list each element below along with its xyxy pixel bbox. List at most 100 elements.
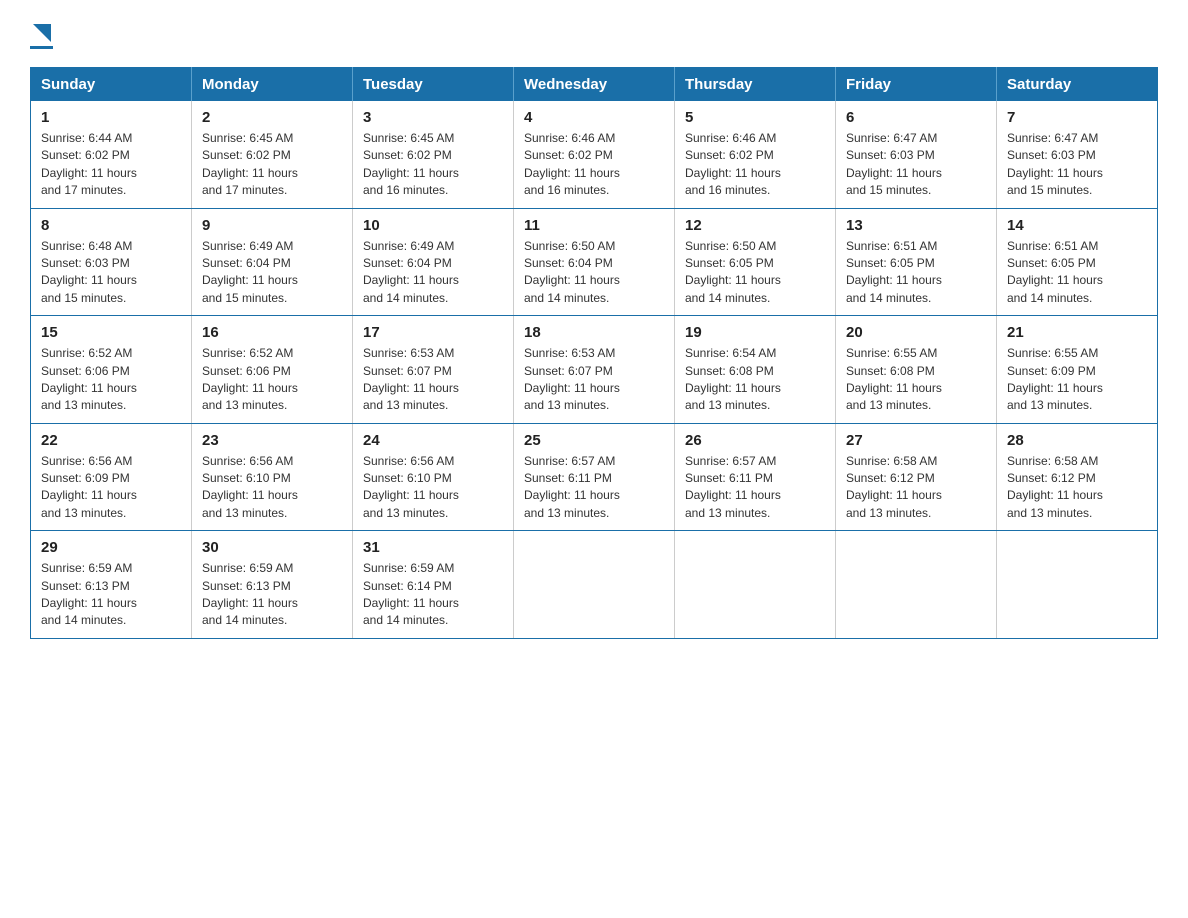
day-info: Sunrise: 6:59 AM Sunset: 6:13 PM Dayligh… — [202, 560, 342, 630]
calendar-cell: 31 Sunrise: 6:59 AM Sunset: 6:14 PM Dayl… — [353, 531, 514, 639]
weekday-header-wednesday: Wednesday — [514, 68, 675, 102]
day-info: Sunrise: 6:45 AM Sunset: 6:02 PM Dayligh… — [202, 130, 342, 200]
day-info: Sunrise: 6:51 AM Sunset: 6:05 PM Dayligh… — [1007, 238, 1147, 308]
day-number: 10 — [363, 217, 503, 234]
calendar-cell: 19 Sunrise: 6:54 AM Sunset: 6:08 PM Dayl… — [675, 316, 836, 424]
calendar-cell: 1 Sunrise: 6:44 AM Sunset: 6:02 PM Dayli… — [31, 101, 192, 208]
day-info: Sunrise: 6:59 AM Sunset: 6:13 PM Dayligh… — [41, 560, 181, 630]
weekday-header-saturday: Saturday — [997, 68, 1158, 102]
day-info: Sunrise: 6:56 AM Sunset: 6:10 PM Dayligh… — [363, 453, 503, 523]
day-number: 19 — [685, 324, 825, 341]
day-info: Sunrise: 6:56 AM Sunset: 6:10 PM Dayligh… — [202, 453, 342, 523]
day-info: Sunrise: 6:56 AM Sunset: 6:09 PM Dayligh… — [41, 453, 181, 523]
calendar-cell: 8 Sunrise: 6:48 AM Sunset: 6:03 PM Dayli… — [31, 208, 192, 316]
day-info: Sunrise: 6:46 AM Sunset: 6:02 PM Dayligh… — [685, 130, 825, 200]
calendar-cell: 22 Sunrise: 6:56 AM Sunset: 6:09 PM Dayl… — [31, 423, 192, 531]
page-header — [30, 20, 1158, 49]
day-info: Sunrise: 6:51 AM Sunset: 6:05 PM Dayligh… — [846, 238, 986, 308]
calendar-cell: 7 Sunrise: 6:47 AM Sunset: 6:03 PM Dayli… — [997, 101, 1158, 208]
day-number: 1 — [41, 109, 181, 126]
logo — [30, 20, 53, 49]
calendar-cell: 4 Sunrise: 6:46 AM Sunset: 6:02 PM Dayli… — [514, 101, 675, 208]
calendar-cell: 5 Sunrise: 6:46 AM Sunset: 6:02 PM Dayli… — [675, 101, 836, 208]
day-number: 11 — [524, 217, 664, 234]
calendar-cell: 21 Sunrise: 6:55 AM Sunset: 6:09 PM Dayl… — [997, 316, 1158, 424]
calendar-cell: 18 Sunrise: 6:53 AM Sunset: 6:07 PM Dayl… — [514, 316, 675, 424]
day-number: 17 — [363, 324, 503, 341]
weekday-header-thursday: Thursday — [675, 68, 836, 102]
day-number: 6 — [846, 109, 986, 126]
day-info: Sunrise: 6:59 AM Sunset: 6:14 PM Dayligh… — [363, 560, 503, 630]
weekday-header-monday: Monday — [192, 68, 353, 102]
logo-underline — [30, 46, 53, 49]
calendar-cell: 28 Sunrise: 6:58 AM Sunset: 6:12 PM Dayl… — [997, 423, 1158, 531]
calendar-cell: 14 Sunrise: 6:51 AM Sunset: 6:05 PM Dayl… — [997, 208, 1158, 316]
calendar-cell: 10 Sunrise: 6:49 AM Sunset: 6:04 PM Dayl… — [353, 208, 514, 316]
day-number: 20 — [846, 324, 986, 341]
day-number: 14 — [1007, 217, 1147, 234]
day-info: Sunrise: 6:57 AM Sunset: 6:11 PM Dayligh… — [685, 453, 825, 523]
day-number: 27 — [846, 432, 986, 449]
day-info: Sunrise: 6:57 AM Sunset: 6:11 PM Dayligh… — [524, 453, 664, 523]
weekday-header-row: SundayMondayTuesdayWednesdayThursdayFrid… — [31, 68, 1158, 102]
day-info: Sunrise: 6:50 AM Sunset: 6:04 PM Dayligh… — [524, 238, 664, 308]
calendar-week-row: 1 Sunrise: 6:44 AM Sunset: 6:02 PM Dayli… — [31, 101, 1158, 208]
day-info: Sunrise: 6:53 AM Sunset: 6:07 PM Dayligh… — [524, 345, 664, 415]
calendar-table: SundayMondayTuesdayWednesdayThursdayFrid… — [30, 67, 1158, 639]
calendar-week-row: 8 Sunrise: 6:48 AM Sunset: 6:03 PM Dayli… — [31, 208, 1158, 316]
calendar-cell: 6 Sunrise: 6:47 AM Sunset: 6:03 PM Dayli… — [836, 101, 997, 208]
day-number: 15 — [41, 324, 181, 341]
day-info: Sunrise: 6:52 AM Sunset: 6:06 PM Dayligh… — [41, 345, 181, 415]
calendar-cell: 12 Sunrise: 6:50 AM Sunset: 6:05 PM Dayl… — [675, 208, 836, 316]
day-number: 5 — [685, 109, 825, 126]
weekday-header-friday: Friday — [836, 68, 997, 102]
day-number: 8 — [41, 217, 181, 234]
logo-triangle-icon — [31, 22, 53, 44]
day-number: 25 — [524, 432, 664, 449]
day-info: Sunrise: 6:50 AM Sunset: 6:05 PM Dayligh… — [685, 238, 825, 308]
calendar-cell: 29 Sunrise: 6:59 AM Sunset: 6:13 PM Dayl… — [31, 531, 192, 639]
calendar-cell: 26 Sunrise: 6:57 AM Sunset: 6:11 PM Dayl… — [675, 423, 836, 531]
day-number: 31 — [363, 539, 503, 556]
calendar-cell: 2 Sunrise: 6:45 AM Sunset: 6:02 PM Dayli… — [192, 101, 353, 208]
calendar-cell: 27 Sunrise: 6:58 AM Sunset: 6:12 PM Dayl… — [836, 423, 997, 531]
day-info: Sunrise: 6:48 AM Sunset: 6:03 PM Dayligh… — [41, 238, 181, 308]
calendar-cell: 23 Sunrise: 6:56 AM Sunset: 6:10 PM Dayl… — [192, 423, 353, 531]
calendar-cell: 25 Sunrise: 6:57 AM Sunset: 6:11 PM Dayl… — [514, 423, 675, 531]
weekday-header-tuesday: Tuesday — [353, 68, 514, 102]
day-info: Sunrise: 6:49 AM Sunset: 6:04 PM Dayligh… — [202, 238, 342, 308]
day-number: 28 — [1007, 432, 1147, 449]
day-info: Sunrise: 6:46 AM Sunset: 6:02 PM Dayligh… — [524, 130, 664, 200]
calendar-cell: 3 Sunrise: 6:45 AM Sunset: 6:02 PM Dayli… — [353, 101, 514, 208]
day-number: 29 — [41, 539, 181, 556]
calendar-cell — [836, 531, 997, 639]
calendar-cell: 20 Sunrise: 6:55 AM Sunset: 6:08 PM Dayl… — [836, 316, 997, 424]
day-info: Sunrise: 6:55 AM Sunset: 6:09 PM Dayligh… — [1007, 345, 1147, 415]
day-info: Sunrise: 6:47 AM Sunset: 6:03 PM Dayligh… — [846, 130, 986, 200]
calendar-cell: 11 Sunrise: 6:50 AM Sunset: 6:04 PM Dayl… — [514, 208, 675, 316]
day-info: Sunrise: 6:53 AM Sunset: 6:07 PM Dayligh… — [363, 345, 503, 415]
day-number: 18 — [524, 324, 664, 341]
day-info: Sunrise: 6:49 AM Sunset: 6:04 PM Dayligh… — [363, 238, 503, 308]
calendar-week-row: 22 Sunrise: 6:56 AM Sunset: 6:09 PM Dayl… — [31, 423, 1158, 531]
day-number: 9 — [202, 217, 342, 234]
day-info: Sunrise: 6:58 AM Sunset: 6:12 PM Dayligh… — [1007, 453, 1147, 523]
calendar-week-row: 15 Sunrise: 6:52 AM Sunset: 6:06 PM Dayl… — [31, 316, 1158, 424]
day-info: Sunrise: 6:45 AM Sunset: 6:02 PM Dayligh… — [363, 130, 503, 200]
weekday-header-sunday: Sunday — [31, 68, 192, 102]
day-info: Sunrise: 6:44 AM Sunset: 6:02 PM Dayligh… — [41, 130, 181, 200]
day-number: 13 — [846, 217, 986, 234]
day-number: 2 — [202, 109, 342, 126]
calendar-cell — [997, 531, 1158, 639]
day-number: 24 — [363, 432, 503, 449]
day-number: 3 — [363, 109, 503, 126]
day-number: 30 — [202, 539, 342, 556]
day-number: 21 — [1007, 324, 1147, 341]
calendar-cell — [514, 531, 675, 639]
day-number: 22 — [41, 432, 181, 449]
calendar-cell: 17 Sunrise: 6:53 AM Sunset: 6:07 PM Dayl… — [353, 316, 514, 424]
calendar-cell: 9 Sunrise: 6:49 AM Sunset: 6:04 PM Dayli… — [192, 208, 353, 316]
day-number: 23 — [202, 432, 342, 449]
day-info: Sunrise: 6:55 AM Sunset: 6:08 PM Dayligh… — [846, 345, 986, 415]
calendar-cell: 13 Sunrise: 6:51 AM Sunset: 6:05 PM Dayl… — [836, 208, 997, 316]
